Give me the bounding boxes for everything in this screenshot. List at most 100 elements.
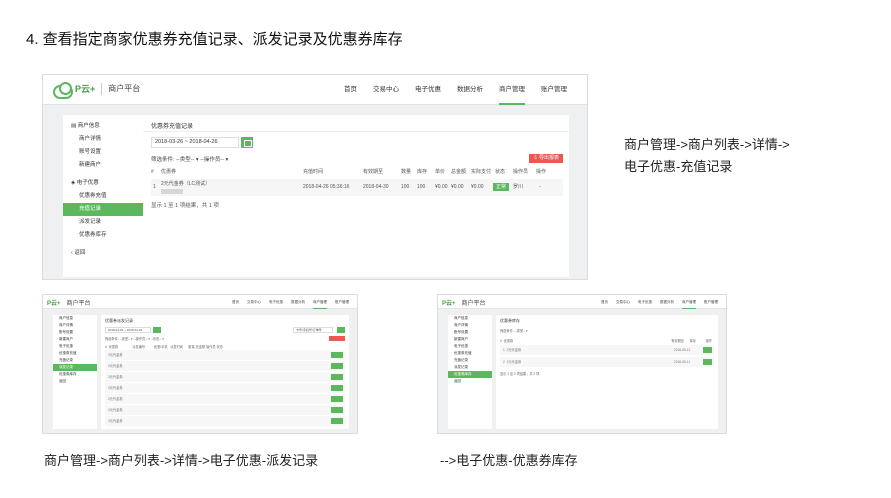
mini-sidebar-item[interactable]: 优惠券充值 [53, 350, 97, 357]
main-panel: 优惠券充值记录 2018-03-26 ~ 2018-04-26 筛选条件: --… [143, 115, 569, 277]
mini-brand[interactable]: P云+ 商户平台 [47, 298, 91, 307]
nav-analytics[interactable]: 数据分析 [457, 75, 483, 105]
table-row[interactable]: 2元代金券 [105, 405, 345, 415]
mini-search-input[interactable]: 卡号/手机号/订单号 [293, 327, 333, 333]
mini-panel-title: 优惠券库存 [500, 318, 520, 323]
mini-navbar: P云+ 商户平台 首页 交易中心 电子优惠 数据分析 商户管理 账户管理 [438, 295, 726, 309]
row-operator: 罗川 [513, 184, 524, 190]
mini-filters[interactable]: 筛选条件: --类型-- ▾ [500, 328, 714, 333]
mini-sidebar-item[interactable]: 账号设置 [448, 329, 492, 336]
mini-sidebar-item[interactable]: 充值记录 [53, 357, 97, 364]
calendar-icon[interactable] [241, 137, 253, 148]
panel-divider [143, 131, 569, 132]
row-coupon: 2元代金券（LC测试） [161, 181, 210, 194]
caption-recharge-path: 商户管理->商户列表->详情-> 电子优惠-充值记录 [624, 134, 874, 178]
pagination-summary: 显示 1 至 1 项结果，共 1 项 [151, 203, 219, 209]
mini-export-button[interactable] [329, 336, 345, 341]
mini-sidebar-item[interactable]: 优惠券库存 [53, 371, 97, 378]
table-row[interactable]: 2元代金券 [105, 350, 345, 360]
table-row[interactable]: 1 2元代金券（LC测试） 2018-04-26 05:36:16 2018-0… [151, 179, 563, 196]
filter-bar[interactable]: 筛选条件: --类型-- ▾ --操作员-- ▾ [151, 155, 228, 163]
col-stock: 库存 [417, 169, 428, 175]
brand-name: P云+ [75, 84, 96, 94]
mini-brand[interactable]: P云+ 商户平台 [442, 298, 486, 307]
table-row[interactable]: 2元代金券 [105, 383, 345, 393]
col-expire: 有效期至 [363, 169, 384, 175]
top-navbar: P云+ 商户平台 首页 交易中心 电子优惠 数据分析 商户管理 账户管理 [43, 75, 587, 105]
mini-sidebar-item[interactable]: 派发记录 [448, 364, 492, 371]
mini-sidebar-item[interactable]: 商户详情 [448, 322, 492, 329]
mini-filters[interactable]: 筛选条件: --类型-- ▾ --操作员-- ▾ --状态-- ▾ [105, 336, 345, 341]
mini-nav-transactions[interactable]: 交易中心 [616, 295, 630, 309]
mini-nav: 首页 交易中心 电子优惠 数据分析 商户管理 账户管理 [593, 295, 718, 309]
brand-subtitle: 商户平台 [108, 84, 141, 93]
mini-nav-analytics[interactable]: 数据分析 [291, 295, 305, 309]
date-range-input[interactable]: 2018-03-26 ~ 2018-04-26 [151, 137, 239, 148]
row-total: ¥0.00 [451, 184, 464, 190]
mini-sidebar-item-coupon-stock[interactable]: 优惠券库存 [448, 371, 492, 378]
col-index: # [151, 169, 154, 175]
col-paid: 实际支付 [471, 169, 492, 175]
table-row[interactable]: 2元代金券 [105, 394, 345, 404]
mini-nav-home[interactable]: 首页 [601, 295, 608, 309]
table-row[interactable]: 2元代金券 [105, 361, 345, 371]
col-recharge-time: 充值时间 [303, 169, 324, 175]
mini-nav-analytics[interactable]: 数据分析 [660, 295, 674, 309]
row-qty: 100 [401, 184, 410, 190]
mini-sidebar-item[interactable]: 充值记录 [448, 357, 492, 364]
export-report-button[interactable]: ⇩ 导出报表 [529, 154, 563, 163]
nav-account-management[interactable]: 账户管理 [541, 75, 567, 105]
table-row[interactable]: 1 2元代金券 2018-05-11 [500, 345, 714, 355]
mini-sidebar-item[interactable]: 商户详情 [53, 322, 97, 329]
mini-date-input[interactable]: 2018-03-26 ~ 2018-04-26 [105, 327, 151, 333]
row-index: 1 [153, 184, 156, 190]
mini-nav-merchant-management[interactable]: 商户管理 [682, 295, 696, 309]
mini-panel-stock: 优惠券库存 筛选条件: --类型-- ▾ # 优惠券 有效期至 库存 操作 1 … [496, 315, 718, 429]
mini-sidebar-back[interactable]: 返回 [53, 378, 97, 385]
mini-nav-e-coupons[interactable]: 电子优惠 [269, 295, 283, 309]
table-row[interactable]: 2 2元代金券 2018-05-11 [500, 357, 714, 367]
col-status: 状态 [495, 169, 506, 175]
mini-sidebar: 商户信息 商户详情 账号设置 新建商户 电子优惠 优惠券充值 充值记录 派发记录… [53, 315, 97, 429]
mini-nav-home[interactable]: 首页 [232, 295, 239, 309]
mini-nav-transactions[interactable]: 交易中心 [247, 295, 261, 309]
mini-nav: 首页 交易中心 电子优惠 数据分析 商户管理 账户管理 [224, 295, 349, 309]
mini-table-header: # 优惠券 派发编号 优惠/手机 派发时间 数量 总金额 操作员 状态 [105, 345, 223, 349]
nav-home[interactable]: 首页 [344, 75, 357, 105]
nav-merchant-management[interactable]: 商户管理 [499, 75, 525, 105]
mini-sidebar-item[interactable]: 新建商户 [448, 336, 492, 343]
row-price: ¥0.00 [435, 184, 448, 190]
brand-divider [101, 82, 103, 95]
mini-table-header: # 优惠券 有效期至 库存 操作 [500, 339, 712, 343]
cloud-logo-icon [53, 82, 73, 99]
caption-line-1: 商户管理->商户列表->详情-> [624, 137, 790, 152]
mini-calendar-icon[interactable] [153, 327, 161, 333]
mini-sidebar-item[interactable]: 账号设置 [53, 329, 97, 336]
mini-sidebar-back[interactable]: 返回 [448, 378, 492, 385]
table-row[interactable]: 2元代金券 [105, 372, 345, 382]
col-qty: 数量 [401, 169, 412, 175]
mini-nav-account-management[interactable]: 账户管理 [335, 295, 349, 309]
screenshot-coupon-stock: P云+ 商户平台 首页 交易中心 电子优惠 数据分析 商户管理 账户管理 商户信息… [437, 294, 727, 434]
mini-nav-account-management[interactable]: 账户管理 [704, 295, 718, 309]
nav-transactions[interactable]: 交易中心 [373, 75, 399, 105]
mini-nav-e-coupons[interactable]: 电子优惠 [638, 295, 652, 309]
mini-panel-dispatch: 优惠券派发记录 2018-03-26 ~ 2018-04-26 卡号/手机号/订… [101, 315, 349, 429]
row-status: 正常 [493, 179, 510, 196]
brand-logo[interactable]: P云+ 商户平台 [53, 82, 141, 99]
col-action: 操作 [536, 169, 547, 175]
mini-navbar: P云+ 商户平台 首页 交易中心 电子优惠 数据分析 商户管理 账户管理 [43, 295, 357, 309]
mini-sidebar-group-e-coupons: 电子优惠 [59, 344, 73, 348]
row-action[interactable]: - [539, 179, 541, 196]
table-row[interactable]: 2元代金券 [105, 416, 345, 426]
mini-nav-merchant-management[interactable]: 商户管理 [313, 295, 327, 309]
nav-e-coupons[interactable]: 电子优惠 [415, 75, 441, 105]
caption-stock-path: -->电子优惠-优惠券库存 [440, 453, 578, 468]
mini-sidebar-item[interactable]: 新建商户 [53, 336, 97, 343]
mini-sidebar-item[interactable]: 优惠券充值 [448, 350, 492, 357]
mini-sidebar-item-dispatch-records[interactable]: 派发记录 [53, 364, 97, 371]
col-operator: 操作员 [513, 169, 529, 175]
mini-sidebar-group-e-coupons: 电子优惠 [454, 344, 468, 348]
mini-search-icon[interactable] [337, 327, 345, 333]
screenshot-recharge-records: P云+ 商户平台 首页 交易中心 电子优惠 数据分析 商户管理 账户管理 ▤ 商… [42, 74, 588, 280]
